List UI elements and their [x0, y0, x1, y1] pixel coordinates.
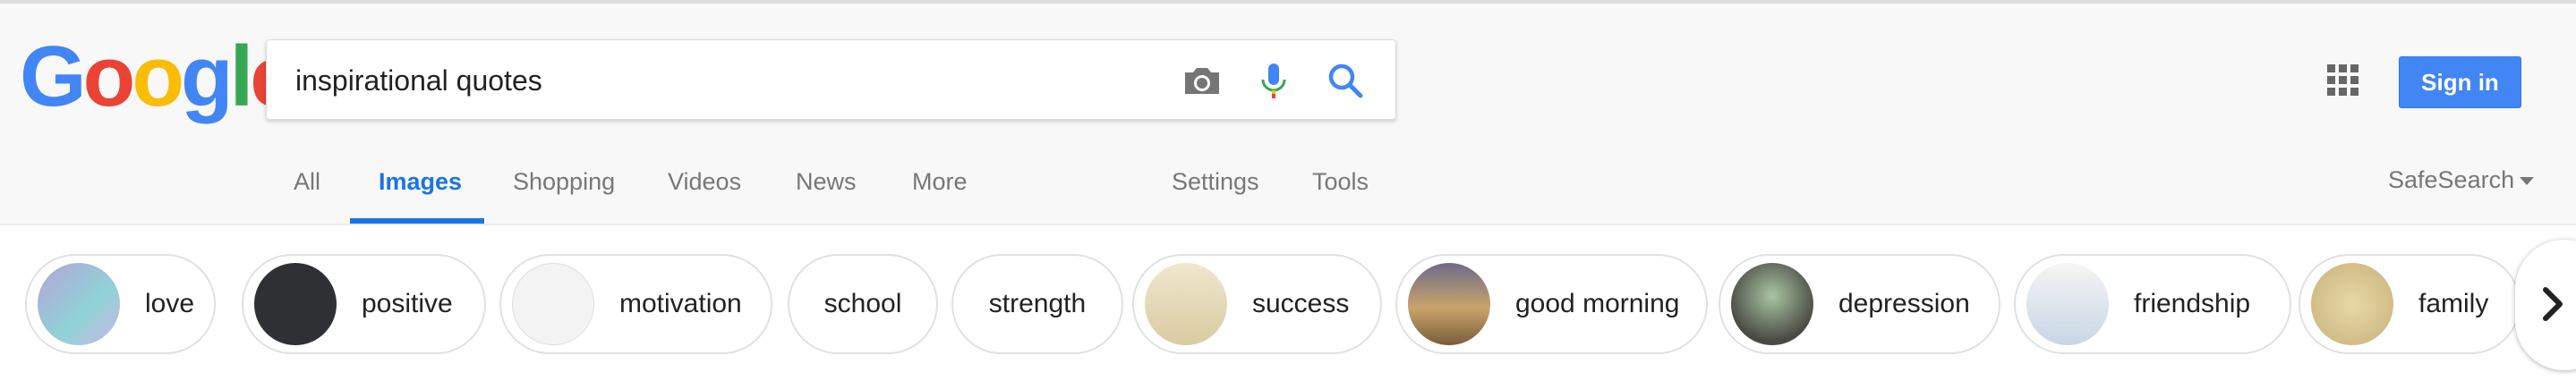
chip-thumbnail: [254, 263, 337, 345]
chip-label: friendship: [2134, 289, 2251, 318]
tab-videos[interactable]: Videos: [668, 168, 741, 196]
chip-thumbnail: [2311, 263, 2393, 345]
chip-thumbnail: [512, 263, 594, 345]
chip-thumbnail: [1731, 263, 1813, 345]
logo-letter: g: [180, 29, 234, 124]
tab-all[interactable]: All: [294, 168, 320, 196]
tab-settings[interactable]: Settings: [1172, 168, 1259, 196]
search-box: [266, 39, 1396, 120]
chip-label: strength: [988, 289, 1087, 318]
logo-letter: o: [132, 29, 184, 124]
chip-depression[interactable]: depression: [1719, 254, 2000, 354]
chip-success[interactable]: success: [1132, 254, 1382, 354]
search-input[interactable]: [294, 56, 1192, 105]
chip-label: family: [2418, 289, 2489, 318]
chip-thumbnail: [2026, 263, 2109, 345]
chip-label: school: [823, 289, 902, 318]
caret-down-icon: [2520, 177, 2535, 186]
chip-label: depression: [1838, 289, 1970, 318]
tab-images[interactable]: Images: [379, 168, 462, 196]
safesearch-label: SafeSearch: [2388, 166, 2515, 193]
chip-love[interactable]: love: [25, 254, 216, 354]
tab-news[interactable]: News: [796, 168, 857, 196]
search-icon[interactable]: [1323, 58, 1368, 103]
logo-letter: G: [20, 29, 87, 124]
chip-label: success: [1252, 289, 1350, 318]
safesearch-dropdown[interactable]: SafeSearch: [2388, 166, 2535, 194]
mic-icon[interactable]: [1251, 58, 1296, 103]
chip-thumbnail: [1145, 263, 1227, 345]
chip-thumbnail: [38, 263, 120, 345]
logo-letter: o: [82, 29, 136, 124]
next-chips-button[interactable]: [2515, 240, 2576, 370]
tab-tools[interactable]: Tools: [1312, 168, 1369, 196]
chevron-right-icon: [2543, 287, 2563, 321]
chip-family[interactable]: family: [2299, 254, 2521, 354]
chip-good-morning[interactable]: good morning: [1395, 254, 1708, 354]
sign-in-button[interactable]: Sign in: [2399, 56, 2521, 108]
chip-label: positive: [362, 289, 453, 318]
chip-thumbnail: [1408, 263, 1490, 345]
chip-strength[interactable]: strength: [951, 254, 1123, 354]
logo-letter: l: [229, 29, 254, 124]
active-tab-indicator: [350, 218, 484, 224]
chip-label: good morning: [1515, 289, 1680, 318]
camera-icon[interactable]: [1180, 58, 1224, 103]
tab-more[interactable]: More: [912, 168, 968, 196]
chip-friendship[interactable]: friendship: [2014, 254, 2291, 354]
chip-label: love: [145, 289, 195, 318]
tab-shopping[interactable]: Shopping: [513, 168, 615, 196]
apps-grid-icon[interactable]: [2327, 64, 2359, 97]
chip-school[interactable]: school: [788, 254, 938, 354]
chip-label: motivation: [619, 289, 742, 318]
google-logo[interactable]: Google: [20, 29, 298, 124]
chip-positive[interactable]: positive: [242, 254, 486, 354]
chip-motivation[interactable]: motivation: [499, 254, 772, 354]
